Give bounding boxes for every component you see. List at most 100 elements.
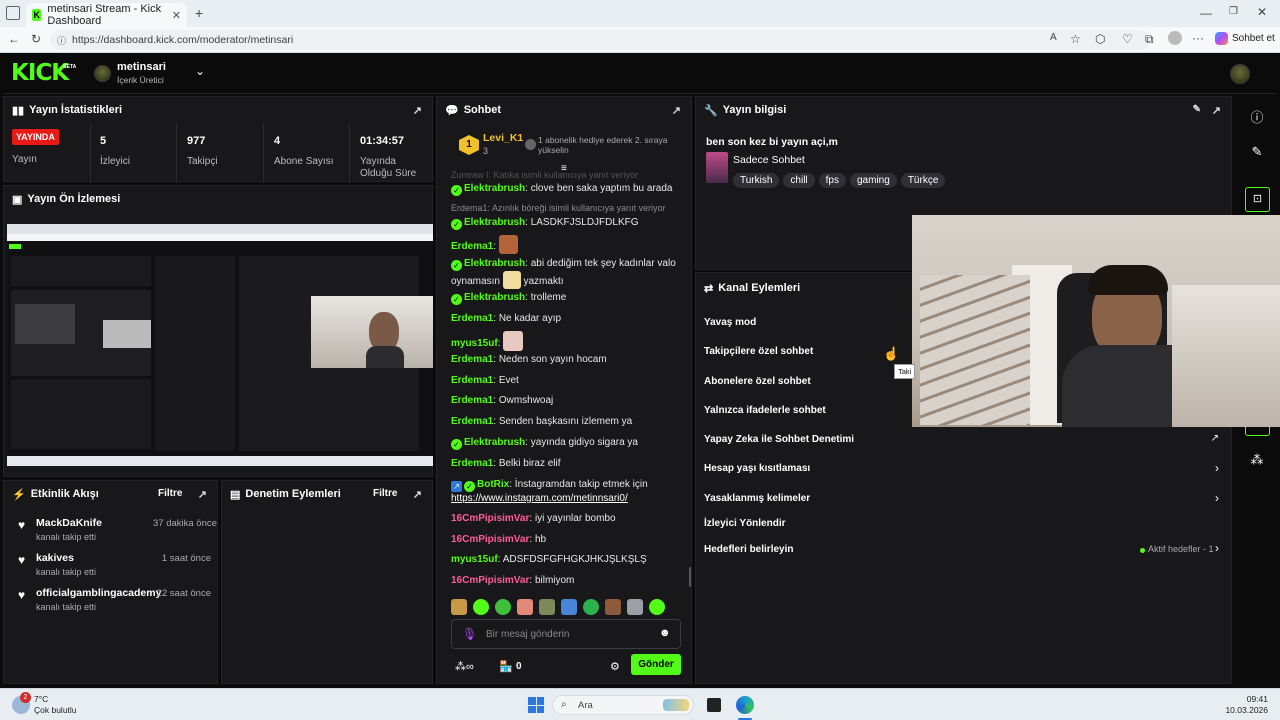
chat-username[interactable]: myus15uf (451, 338, 498, 349)
emote-icon[interactable] (605, 599, 621, 615)
window-close-icon[interactable]: ✕ (1257, 5, 1267, 19)
chevron-right-icon[interactable]: › (1215, 491, 1219, 505)
emote-icon[interactable] (517, 599, 533, 615)
chat-username[interactable]: BotRix (477, 479, 509, 490)
chevron-right-icon[interactable]: › (1215, 541, 1219, 555)
mod-actions-filter-button[interactable]: Filtre (373, 488, 397, 499)
tag-chip[interactable]: gaming (850, 173, 897, 188)
emote-icon[interactable] (561, 599, 577, 615)
chat-username[interactable]: Elektrabrush (464, 292, 525, 303)
chat-username[interactable]: 16CmPipisimVar (451, 575, 529, 586)
event-user[interactable]: officialgamblingacademy (36, 587, 161, 599)
tab-actions-icon[interactable] (6, 6, 20, 20)
clock-date[interactable]: 10.03.2026 (1212, 705, 1268, 715)
clock-time[interactable]: 09:41 (1222, 694, 1268, 704)
extensions-icon[interactable]: ⬡ (1095, 32, 1105, 46)
edit-pencil-icon[interactable]: ✎ (1193, 104, 1201, 115)
account-age-restriction[interactable]: Hesap yaşı kısıtlaması (704, 463, 810, 474)
emote-icon[interactable] (473, 599, 489, 615)
chat-scrollbar[interactable] (689, 567, 691, 587)
followers-only-toggle[interactable]: Takipçilere özel sohbet (704, 346, 813, 357)
chat-username[interactable]: 16CmPipisimVar (451, 534, 529, 545)
stream-preview-video[interactable] (7, 224, 433, 466)
chat-link[interactable]: https://www.instagram.com/metinnsari0/ (451, 493, 628, 504)
emote-icon[interactable] (583, 599, 599, 615)
popout-icon[interactable]: ↗ (413, 104, 422, 117)
chat-input[interactable]: 🎙 Bir mesaj gönderin ☻ (451, 619, 681, 649)
profile-icon[interactable] (1168, 31, 1182, 45)
chat-username[interactable]: Elektrabrush (464, 217, 525, 228)
read-aloud-icon[interactable]: A (1050, 32, 1057, 43)
host-redirect[interactable]: İzleyici Yönlendir (704, 518, 786, 529)
collections-icon[interactable]: ⧉ (1145, 32, 1154, 47)
user-avatar[interactable] (1230, 64, 1250, 84)
apps-icon[interactable]: ⁂ (1245, 452, 1269, 468)
chat-popout-icon[interactable]: ↗ (672, 104, 681, 117)
banned-words[interactable]: Yasaklanmış kelimeler (704, 493, 810, 504)
event-user[interactable]: MackDaKnife (36, 517, 102, 529)
tag-chip[interactable]: chill (783, 173, 815, 188)
new-tab-icon[interactable]: + (195, 5, 203, 21)
chat-username[interactable]: myus15uf (451, 554, 498, 565)
set-goals[interactable]: Hedefleri belirleyin (704, 544, 793, 555)
chat-username[interactable]: Erdema1 (451, 395, 493, 406)
emote-icon[interactable] (451, 599, 467, 615)
chat-username[interactable]: Erdema1 (451, 241, 493, 252)
emote-icon[interactable] (495, 599, 511, 615)
subscribers-only-toggle[interactable]: Abonelere özel sohbet (704, 376, 811, 387)
chat-username[interactable]: Elektrabrush (464, 183, 525, 194)
chat-settings-gear-icon[interactable]: ⚙ (610, 660, 620, 673)
emote-icon[interactable] (539, 599, 555, 615)
chat-username[interactable]: Elektrabrush (464, 437, 525, 448)
info-icon[interactable]: ⓘ (1245, 107, 1269, 126)
task-view-icon[interactable] (707, 698, 721, 712)
back-icon[interactable]: ← (8, 32, 20, 46)
channel-switch-chevron-icon[interactable]: ⌄ (195, 64, 205, 78)
send-button[interactable]: Gönder (631, 654, 681, 675)
edit-icon[interactable]: ✎ (1245, 144, 1269, 160)
chat-username[interactable]: 16CmPipisimVar (451, 513, 529, 524)
start-windows-icon[interactable] (528, 697, 544, 713)
edge-browser-icon[interactable] (736, 696, 754, 714)
shop-icon[interactable]: 🏪 (499, 660, 513, 673)
emote-only-toggle[interactable]: Yalnızca ifadelerle sohbet (704, 405, 826, 416)
chat-username[interactable]: Erdema1 (451, 416, 493, 427)
site-info-icon[interactable]: ⓘ (57, 34, 66, 47)
chat-username[interactable]: Erdema1 (451, 375, 493, 386)
emoji-picker-icon[interactable]: ☻ (659, 627, 671, 639)
kick-logo[interactable]: KICK (11, 60, 69, 86)
url-field[interactable]: ⓘ https://dashboard.kick.com/moderator/m… (50, 30, 1150, 50)
chat-username[interactable]: Erdema1 (451, 458, 493, 469)
events-filter-button[interactable]: Filtre (158, 488, 182, 499)
favorite-icon[interactable]: ☆ (1070, 32, 1081, 46)
minimize-icon[interactable]: — (1200, 6, 1212, 20)
stream-info-popout-icon[interactable]: ↗ (1212, 104, 1221, 117)
more-options-icon[interactable]: ··· (1192, 31, 1204, 45)
event-user[interactable]: kakives (36, 552, 96, 564)
ai-moderation-link[interactable]: Yapay Zeka ile Sohbet Denetimi (704, 434, 854, 445)
mod-actions-popout-icon[interactable]: ↗ (413, 488, 422, 501)
taskbar-search[interactable]: ⌕ Ara (552, 695, 694, 715)
emote-icon[interactable] (649, 599, 665, 615)
chevron-right-icon[interactable]: › (1215, 461, 1219, 475)
refresh-icon[interactable]: ↻ (31, 32, 41, 46)
stream-category[interactable]: Sadece Sohbet (733, 154, 805, 166)
microphone-icon[interactable]: 🎙 (462, 627, 477, 641)
pinned-user[interactable]: Levi_K1 (483, 132, 523, 144)
tag-chip[interactable]: fps (818, 173, 846, 188)
events-popout-icon[interactable]: ↗ (198, 488, 207, 501)
capture-icon[interactable]: ⊡ (1245, 187, 1270, 212)
chat-username[interactable]: Erdema1 (451, 354, 493, 365)
chat-username[interactable]: Erdema1 (451, 313, 493, 324)
external-link-icon[interactable]: ↗ (1211, 433, 1219, 444)
tag-chip[interactable]: Türkçe (900, 173, 946, 188)
browser-essentials-icon[interactable]: ♡ (1122, 32, 1133, 46)
maximize-icon[interactable]: ❐ (1229, 6, 1238, 17)
slow-mode-toggle[interactable]: Yavaş mod (704, 317, 756, 328)
browser-tab[interactable]: K metinsari Stream - Kick Dashboard ✕ (26, 3, 187, 27)
chat-username[interactable]: Elektrabrush (464, 258, 525, 269)
channel-points-icon[interactable]: ⁂∞ (455, 660, 474, 673)
copilot-button[interactable]: Sohbet et (1215, 32, 1275, 45)
tag-chip[interactable]: Turkish (733, 173, 780, 188)
close-tab-icon[interactable]: ✕ (172, 9, 181, 22)
